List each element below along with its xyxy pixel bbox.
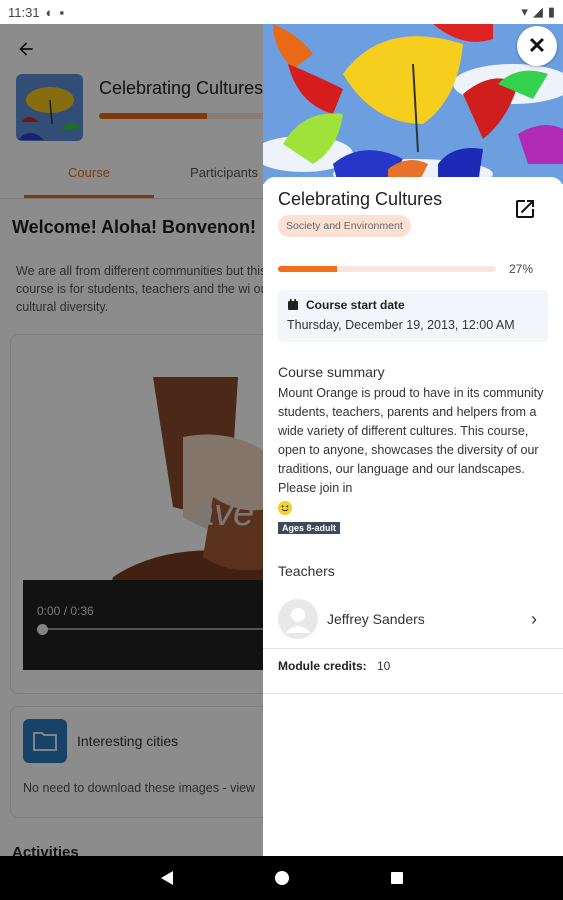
start-date-value: Thursday, December 19, 2013, 12:00 AM (287, 318, 515, 332)
battery-icon: ▮ (547, 4, 555, 19)
credits-value: 10 (377, 659, 391, 673)
summary-heading: Course summary (278, 364, 385, 380)
start-date-label: Course start date (306, 298, 405, 312)
signal-icon: ◢ (532, 4, 543, 19)
ages-badge: Ages 8-adult (278, 522, 341, 534)
system-nav-bar (0, 856, 563, 900)
nav-back-icon[interactable] (160, 870, 174, 886)
summary-body: Mount Orange is proud to have in its com… (278, 386, 544, 495)
nav-recents-icon[interactable] (390, 871, 404, 885)
avatar (278, 599, 318, 639)
credits-label: Module credits: (278, 659, 367, 673)
wifi-icon: ▾ (521, 4, 528, 19)
teacher-row[interactable]: Jeffrey Sanders › (263, 591, 563, 649)
close-icon: ✕ (527, 33, 547, 58)
module-credits-row: Module credits: 10 (263, 649, 563, 694)
summary-sheet: Celebrating Cultures Society and Environ… (263, 177, 563, 856)
progress-percent: 27% (509, 262, 534, 276)
open-external-icon[interactable] (513, 197, 537, 221)
teachers-heading: Teachers (278, 563, 335, 579)
summary-progress-bar (278, 266, 496, 272)
nav-home-icon[interactable] (274, 870, 290, 886)
start-date-box: Course start date Thursday, December 19,… (278, 290, 548, 342)
calendar-icon (287, 298, 299, 310)
teacher-name: Jeffrey Sanders (327, 611, 425, 627)
smile-emoji-icon (278, 500, 292, 515)
status-time: 11:31 (8, 4, 40, 20)
category-badge: Society and Environment (278, 215, 411, 237)
close-button[interactable]: ✕ (517, 26, 557, 66)
course-hero-image: ✕ (263, 24, 563, 184)
sync-icon: ◐ (45, 4, 54, 20)
sd-card-icon: ▪ (59, 4, 65, 20)
course-summary-panel: ✕ Celebrating Cultures Society and Envir… (263, 24, 563, 856)
summary-text: Mount Orange is proud to have in its com… (278, 384, 550, 517)
status-bar: 11:31 ◐ ▪ ▾ ◢ ▮ (0, 0, 563, 24)
summary-title: Celebrating Cultures (278, 189, 443, 209)
chevron-right-icon: › (531, 609, 537, 629)
